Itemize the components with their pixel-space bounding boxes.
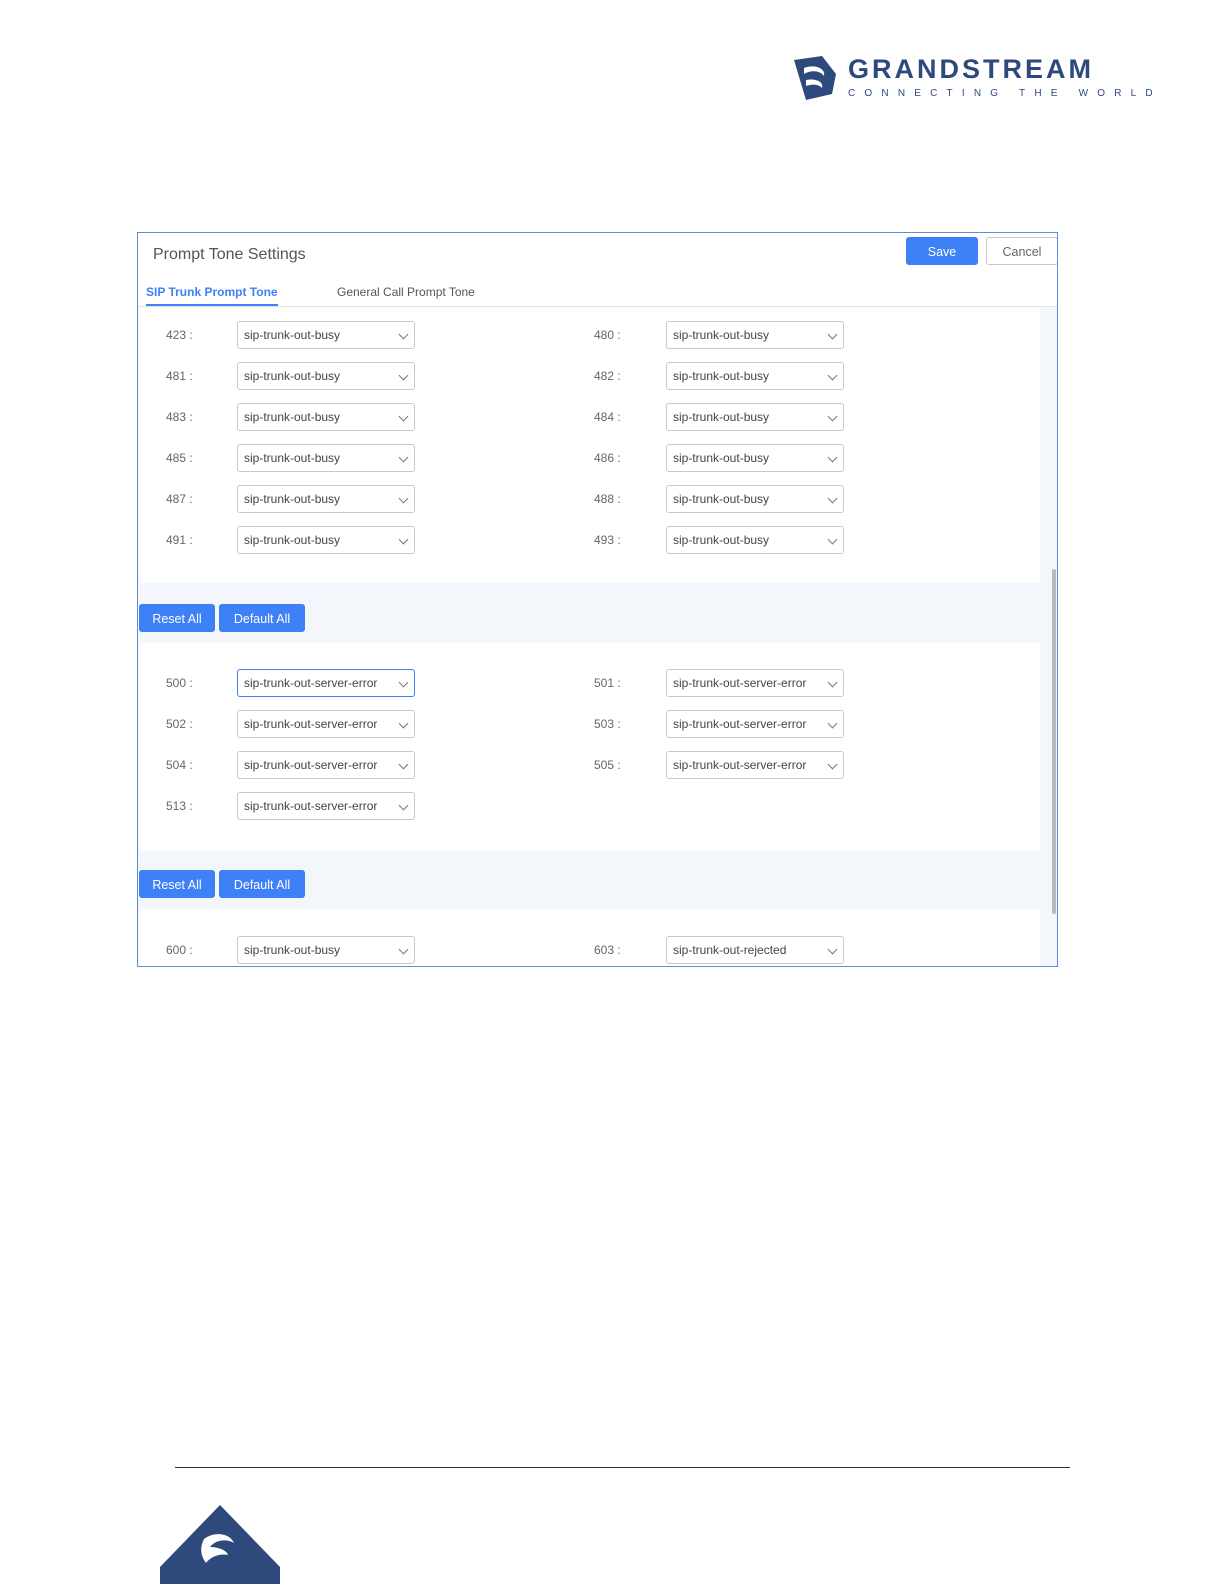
chevron-down-icon — [398, 411, 409, 422]
panel-title: Prompt Tone Settings — [153, 246, 306, 263]
reset-all-button[interactable]: Reset All — [139, 604, 215, 632]
chevron-down-icon — [827, 759, 838, 770]
tone-select[interactable]: sip-trunk-out-busy — [666, 485, 844, 513]
code-label: 487 : — [166, 492, 193, 506]
tone-select[interactable]: sip-trunk-out-server-error — [666, 669, 844, 697]
tab-bar: SIP Trunk Prompt Tone General Call Promp… — [138, 279, 1057, 307]
chevron-down-icon — [398, 329, 409, 340]
code-label: 504 : — [166, 758, 193, 772]
footer-logo-icon — [160, 1505, 280, 1584]
settings-content: 423 : sip-trunk-out-busy 480 : sip-trunk… — [138, 307, 1057, 966]
code-label: 481 : — [166, 369, 193, 383]
chevron-down-icon — [398, 718, 409, 729]
reset-all-button[interactable]: Reset All — [139, 870, 215, 898]
tone-select[interactable]: sip-trunk-out-busy — [666, 526, 844, 554]
grandstream-logo-icon — [794, 56, 836, 100]
code-label: 483 : — [166, 410, 193, 424]
chevron-down-icon — [827, 944, 838, 955]
chevron-down-icon — [827, 329, 838, 340]
chevron-down-icon — [398, 493, 409, 504]
scrollbar[interactable] — [1052, 569, 1056, 914]
tone-select[interactable]: sip-trunk-out-busy — [237, 526, 415, 554]
brand-tagline: CONNECTING THE WORLD — [848, 88, 1162, 99]
brand-name: GRANDSTREAM — [848, 54, 1094, 84]
tone-select[interactable]: sip-trunk-out-busy — [666, 444, 844, 472]
code-label: 600 : — [166, 943, 193, 957]
section-6xx: 600 : sip-trunk-out-busy 603 : sip-trunk… — [140, 909, 1040, 966]
chevron-down-icon — [827, 493, 838, 504]
code-label: 482 : — [594, 369, 621, 383]
chevron-down-icon — [827, 370, 838, 381]
tone-select[interactable]: sip-trunk-out-busy — [666, 403, 844, 431]
chevron-down-icon — [398, 534, 409, 545]
section-4xx: 423 : sip-trunk-out-busy 480 : sip-trunk… — [140, 307, 1040, 583]
code-label: 603 : — [594, 943, 621, 957]
tone-select[interactable]: sip-trunk-out-server-error — [237, 710, 415, 738]
tab-sip-trunk-prompt-tone[interactable]: SIP Trunk Prompt Tone — [146, 285, 278, 306]
tone-select[interactable]: sip-trunk-out-busy — [237, 444, 415, 472]
code-label: 503 : — [594, 717, 621, 731]
code-label: 491 : — [166, 533, 193, 547]
code-label: 480 : — [594, 328, 621, 342]
tone-select[interactable]: sip-trunk-out-server-error — [666, 751, 844, 779]
chevron-down-icon — [398, 677, 409, 688]
tone-select[interactable]: sip-trunk-out-busy — [237, 485, 415, 513]
tab-general-call-prompt-tone[interactable]: General Call Prompt Tone — [337, 285, 475, 299]
tone-select[interactable]: sip-trunk-out-rejected — [666, 936, 844, 964]
save-button[interactable]: Save — [906, 237, 978, 265]
code-label: 488 : — [594, 492, 621, 506]
code-label: 423 : — [166, 328, 193, 342]
section-5xx: 500 : sip-trunk-out-server-error 501 : s… — [140, 643, 1040, 851]
tone-select[interactable]: sip-trunk-out-server-error — [237, 792, 415, 820]
chevron-down-icon — [827, 534, 838, 545]
chevron-down-icon — [398, 800, 409, 811]
footer-divider — [175, 1467, 1070, 1468]
default-all-button[interactable]: Default All — [219, 870, 305, 898]
tone-select[interactable]: sip-trunk-out-busy — [237, 403, 415, 431]
cancel-button[interactable]: Cancel — [986, 237, 1057, 265]
grandstream-logo: GRANDSTREAM CONNECTING THE WORLD — [792, 54, 1153, 104]
chevron-down-icon — [398, 452, 409, 463]
tone-select[interactable]: sip-trunk-out-server-error — [237, 669, 415, 697]
code-label: 501 : — [594, 676, 621, 690]
chevron-down-icon — [827, 411, 838, 422]
code-label: 486 : — [594, 451, 621, 465]
default-all-button[interactable]: Default All — [219, 604, 305, 632]
code-label: 500 : — [166, 676, 193, 690]
code-label: 505 : — [594, 758, 621, 772]
prompt-tone-settings-panel: Prompt Tone Settings Save Cancel SIP Tru… — [137, 232, 1058, 967]
tone-select[interactable]: sip-trunk-out-busy — [237, 936, 415, 964]
tone-select[interactable]: sip-trunk-out-server-error — [237, 751, 415, 779]
code-label: 493 : — [594, 533, 621, 547]
tone-select[interactable]: sip-trunk-out-busy — [237, 321, 415, 349]
tone-select[interactable]: sip-trunk-out-server-error — [666, 710, 844, 738]
code-label: 513 : — [166, 799, 193, 813]
code-label: 484 : — [594, 410, 621, 424]
chevron-down-icon — [827, 718, 838, 729]
tone-select[interactable]: sip-trunk-out-busy — [666, 321, 844, 349]
chevron-down-icon — [827, 677, 838, 688]
chevron-down-icon — [827, 452, 838, 463]
code-label: 502 : — [166, 717, 193, 731]
chevron-down-icon — [398, 370, 409, 381]
chevron-down-icon — [398, 944, 409, 955]
tone-select[interactable]: sip-trunk-out-busy — [237, 362, 415, 390]
tone-select[interactable]: sip-trunk-out-busy — [666, 362, 844, 390]
code-label: 485 : — [166, 451, 193, 465]
chevron-down-icon — [398, 759, 409, 770]
